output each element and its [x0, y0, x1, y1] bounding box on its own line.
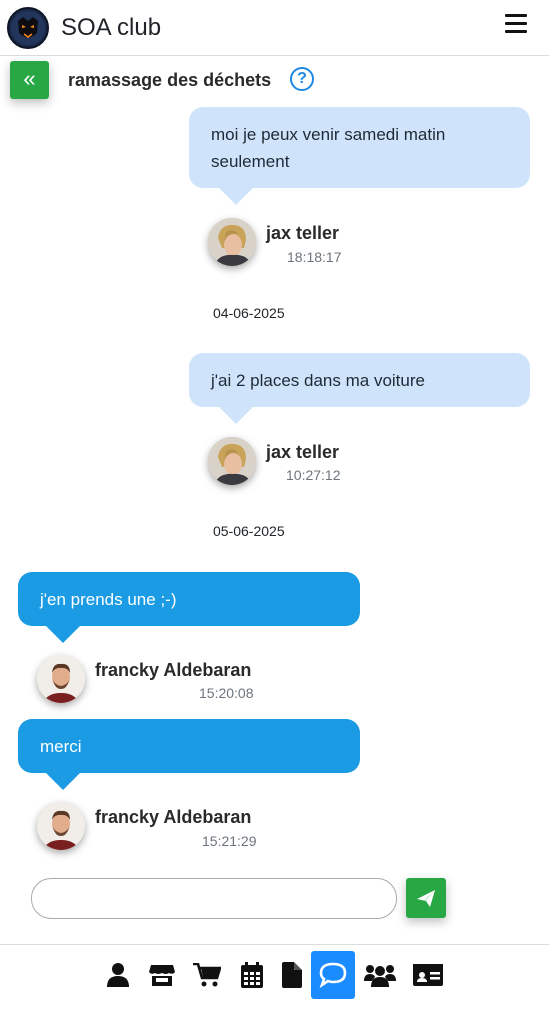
- message-time: 15:20:08: [199, 685, 254, 701]
- nav-item-profile[interactable]: [96, 951, 140, 999]
- calendar-icon: [241, 962, 263, 988]
- message-input[interactable]: [31, 878, 397, 919]
- date-separator: 04-06-2025: [213, 305, 285, 321]
- message-text: j'ai 2 places dans ma voiture: [211, 371, 425, 390]
- message-text: moi je peux venir samedi matin: [211, 125, 446, 144]
- message-bubble: j'ai 2 places dans ma voiture: [189, 353, 530, 407]
- chat-app: SOA club « ramassage des déchets ? moi j…: [0, 0, 549, 1024]
- paper-plane-icon: [417, 890, 435, 907]
- message-time: 18:18:17: [287, 249, 342, 265]
- avatar[interactable]: [208, 437, 256, 485]
- bubble-tail: [218, 406, 254, 424]
- app-header: SOA club: [0, 0, 549, 56]
- app-title: SOA club: [61, 14, 162, 41]
- avatar[interactable]: [37, 802, 85, 850]
- message-author: jax teller: [266, 223, 340, 243]
- avatar[interactable]: [208, 218, 256, 266]
- message-bubble: merci: [18, 719, 360, 773]
- nav-item-membership-card[interactable]: [406, 951, 450, 999]
- send-button[interactable]: [406, 878, 446, 918]
- date-separator: 05-06-2025: [213, 523, 285, 539]
- hamburger-menu-icon[interactable]: [505, 14, 529, 36]
- double-chevron-left-icon: «: [23, 66, 36, 91]
- users-icon: [364, 965, 396, 987]
- nav-item-members[interactable]: [358, 951, 402, 999]
- bubble-tail: [218, 187, 254, 205]
- message-text: merci: [40, 737, 82, 756]
- file-icon: [282, 962, 302, 988]
- store-icon: [149, 965, 175, 986]
- shopping-cart-icon: [193, 963, 221, 987]
- bubble-tail: [45, 772, 81, 790]
- avatar[interactable]: [37, 655, 85, 703]
- club-logo-icon[interactable]: [7, 7, 49, 49]
- nav-item-documents[interactable]: [270, 951, 314, 999]
- message-text: seulement: [211, 152, 290, 171]
- topic-title: ramassage des déchets: [68, 70, 272, 90]
- chat-bubble-icon: [319, 962, 347, 988]
- nav-item-chat[interactable]: [311, 951, 355, 999]
- message-author: francky Aldebaran: [95, 807, 252, 827]
- user-icon: [107, 963, 129, 987]
- message-bubble: moi je peux venir samedi matin seulement: [189, 107, 530, 188]
- message-author: jax teller: [266, 442, 340, 462]
- bubble-tail: [45, 625, 81, 643]
- message-text: j'en prends une ;-): [40, 590, 177, 609]
- nav-item-calendar[interactable]: [230, 951, 274, 999]
- message-bubble: j'en prends une ;-): [18, 572, 360, 626]
- back-button[interactable]: «: [10, 61, 49, 99]
- message-author: francky Aldebaran: [95, 660, 252, 680]
- help-icon[interactable]: ?: [290, 67, 314, 91]
- nav-item-store[interactable]: [140, 951, 184, 999]
- message-time: 10:27:12: [286, 467, 341, 483]
- bottom-nav: [0, 944, 549, 1024]
- nav-item-cart[interactable]: [185, 951, 229, 999]
- message-time: 15:21:29: [202, 833, 257, 849]
- id-card-icon: [413, 964, 443, 986]
